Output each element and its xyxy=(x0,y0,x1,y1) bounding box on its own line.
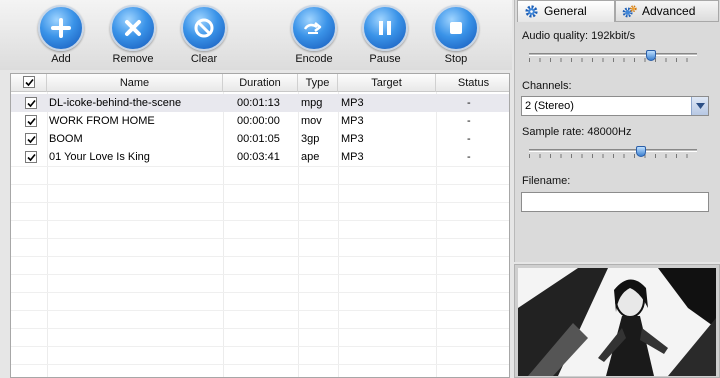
tab-advanced-label: Advanced xyxy=(642,4,696,18)
remove-button[interactable]: Remove xyxy=(101,5,165,65)
row-checkbox[interactable] xyxy=(25,133,37,145)
pause-label: Pause xyxy=(369,53,401,65)
cell-duration: 00:03:41 xyxy=(237,151,280,163)
table-row[interactable]: DL-icoke-behind-the-scene 00:01:13 mpg M… xyxy=(11,94,509,112)
check-icon xyxy=(25,78,34,87)
row-divider xyxy=(11,166,509,167)
header-select-all[interactable] xyxy=(11,74,47,92)
cell-type: ape xyxy=(301,151,320,163)
slider-thumb[interactable] xyxy=(636,146,646,157)
cell-type: mpg xyxy=(301,97,323,109)
file-list[interactable]: Name Duration Type Target Status DL-icok… xyxy=(10,73,510,378)
cell-name: DL-icoke-behind-the-scene xyxy=(49,97,182,109)
preview-pane xyxy=(514,264,720,378)
dropdown-arrow[interactable] xyxy=(691,97,708,115)
column-header-target[interactable]: Target xyxy=(338,74,436,92)
add-icon xyxy=(38,5,84,51)
row-divider xyxy=(11,274,509,275)
pause-button[interactable]: Pause xyxy=(353,5,417,65)
clear-button[interactable]: Clear xyxy=(172,5,236,65)
audio-quality-label: Audio quality: 192kbit/s xyxy=(522,30,636,42)
column-header-type[interactable]: Type xyxy=(298,74,338,92)
channels-select[interactable]: 2 (Stereo) xyxy=(521,96,709,116)
add-label: Add xyxy=(51,53,71,65)
stop-button[interactable]: Stop xyxy=(424,5,488,65)
stop-icon xyxy=(433,5,479,51)
slider-track xyxy=(529,149,697,152)
tab-general[interactable]: General xyxy=(517,0,615,22)
table-row[interactable]: BOOM 00:01:05 3gp MP3 - xyxy=(11,130,509,148)
row-divider xyxy=(11,328,509,329)
chevron-down-icon xyxy=(696,103,705,109)
channels-value: 2 (Stereo) xyxy=(525,100,574,112)
encode-label: Encode xyxy=(295,53,333,65)
cell-target: MP3 xyxy=(341,133,364,145)
cell-name: WORK FROM HOME xyxy=(49,115,155,127)
table-row[interactable]: 01 Your Love Is King 00:03:41 ape MP3 - xyxy=(11,148,509,166)
row-divider xyxy=(11,364,509,365)
row-divider xyxy=(11,184,509,185)
row-divider xyxy=(11,220,509,221)
check-icon xyxy=(27,153,36,162)
check-icon xyxy=(27,117,36,126)
table-row[interactable]: WORK FROM HOME 00:00:00 mov MP3 - xyxy=(11,112,509,130)
remove-label: Remove xyxy=(112,53,154,65)
encode-icon xyxy=(291,5,337,51)
channels-label: Channels: xyxy=(522,80,572,92)
slider-ticks xyxy=(529,58,697,62)
row-divider xyxy=(11,202,509,203)
cell-duration: 00:01:05 xyxy=(237,133,280,145)
row-divider xyxy=(11,346,509,347)
column-header-duration[interactable]: Duration xyxy=(223,74,298,92)
check-icon xyxy=(27,135,36,144)
cell-status: - xyxy=(467,133,471,145)
cell-target: MP3 xyxy=(341,115,364,127)
slider-thumb[interactable] xyxy=(646,50,656,61)
encode-button[interactable]: Encode xyxy=(282,5,346,65)
row-divider xyxy=(11,238,509,239)
check-icon xyxy=(27,99,36,108)
cell-duration: 00:01:13 xyxy=(237,97,280,109)
toolbar: Add Remove Clear Encode Pause Stop xyxy=(0,0,512,70)
column-header-name[interactable]: Name xyxy=(47,74,223,92)
gear-icon xyxy=(525,5,538,18)
add-button[interactable]: Add xyxy=(29,5,93,65)
clear-icon xyxy=(181,5,227,51)
remove-icon xyxy=(110,5,156,51)
cell-status: - xyxy=(467,151,471,163)
cell-type: 3gp xyxy=(301,133,320,145)
row-checkbox[interactable] xyxy=(25,115,37,127)
slider-ticks xyxy=(529,154,697,158)
cell-target: MP3 xyxy=(341,151,364,163)
cell-duration: 00:00:00 xyxy=(237,115,280,127)
filename-label: Filename: xyxy=(522,175,571,187)
tab-advanced[interactable]: Advanced xyxy=(615,0,719,22)
cell-target: MP3 xyxy=(341,97,364,109)
row-divider xyxy=(11,310,509,311)
gears-icon xyxy=(622,5,637,18)
row-divider xyxy=(11,292,509,293)
pause-icon xyxy=(362,5,408,51)
settings-panel: General Advanced Audio quality: 192kbit/… xyxy=(514,0,720,262)
row-divider xyxy=(11,256,509,257)
clear-label: Clear xyxy=(190,53,218,65)
row-checkbox[interactable] xyxy=(25,151,37,163)
stop-label: Stop xyxy=(444,53,468,65)
sample-rate-slider[interactable] xyxy=(529,146,697,158)
preview-image xyxy=(518,268,716,376)
cell-status: - xyxy=(467,115,471,127)
cell-status: - xyxy=(467,97,471,109)
tab-general-label: General xyxy=(544,4,587,18)
list-header: Name Duration Type Target Status xyxy=(11,74,509,92)
cell-name: 01 Your Love Is King xyxy=(49,151,150,163)
audio-quality-slider[interactable] xyxy=(529,50,697,62)
cell-type: mov xyxy=(301,115,322,127)
column-header-status[interactable]: Status xyxy=(436,74,509,92)
filename-input[interactable] xyxy=(521,192,709,212)
row-checkbox[interactable] xyxy=(25,97,37,109)
sample-rate-label: Sample rate: 48000Hz xyxy=(522,126,632,138)
cell-name: BOOM xyxy=(49,133,83,145)
slider-track xyxy=(529,53,697,56)
select-all-checkbox[interactable] xyxy=(23,76,35,88)
